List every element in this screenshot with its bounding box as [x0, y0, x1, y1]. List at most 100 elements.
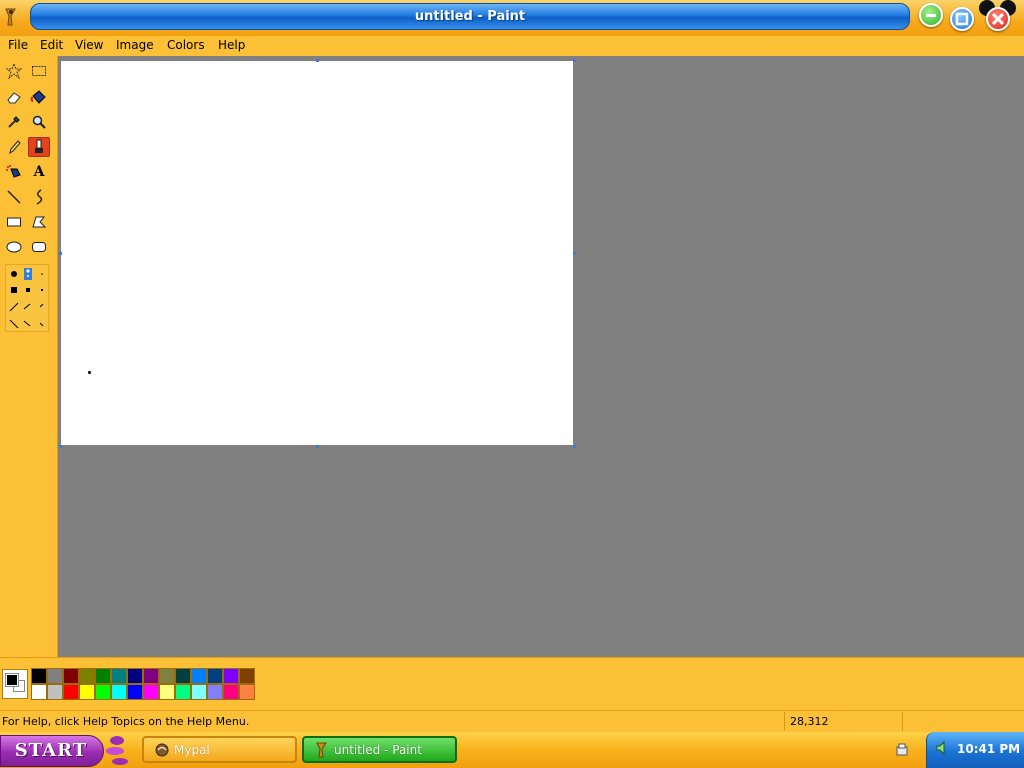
polygon-tool[interactable] — [28, 212, 50, 232]
magnifier-tool[interactable] — [28, 112, 50, 132]
mypal-icon — [155, 743, 169, 757]
menu-file[interactable]: File — [8, 38, 28, 52]
color-swatch[interactable] — [191, 668, 207, 684]
text-tool[interactable]: A — [28, 162, 50, 182]
line-tool[interactable] — [3, 187, 25, 207]
close-icon — [991, 12, 1005, 26]
current-colors — [2, 669, 28, 699]
color-swatches — [31, 668, 255, 700]
title-bar[interactable]: untitled - Paint — [0, 0, 1024, 36]
airbrush-icon — [6, 165, 21, 178]
menu-colors[interactable]: Colors — [167, 38, 205, 52]
free-form-select-icon — [6, 63, 22, 79]
text-icon: A — [33, 164, 45, 180]
color-palette-bar — [0, 657, 1024, 710]
taskbar-item-mypal-label: Mypal — [174, 743, 210, 757]
eraser-icon — [7, 92, 21, 104]
color-swatch[interactable] — [47, 668, 63, 684]
color-swatch[interactable] — [63, 684, 79, 700]
color-swatch[interactable] — [95, 684, 111, 700]
color-swatch[interactable] — [79, 684, 95, 700]
resize-handle-bottom-left — [59, 445, 62, 448]
foreground-color — [5, 673, 19, 687]
color-swatch[interactable] — [79, 668, 95, 684]
color-swatch[interactable] — [207, 684, 223, 700]
start-label: START — [14, 740, 88, 761]
taskbar-item-paint[interactable]: untitled - Paint — [302, 736, 457, 763]
color-swatch[interactable] — [143, 684, 159, 700]
rectangle-icon — [7, 217, 21, 227]
airbrush-tool[interactable] — [3, 162, 25, 182]
color-swatch[interactable] — [31, 668, 47, 684]
color-swatch[interactable] — [111, 668, 127, 684]
maximize-icon — [955, 12, 969, 26]
color-swatch[interactable] — [223, 684, 239, 700]
free-form-select-tool[interactable] — [3, 61, 25, 81]
drawing-canvas[interactable] — [61, 61, 573, 445]
paint-app-icon[interactable] — [3, 8, 19, 26]
minimize-button[interactable] — [919, 3, 943, 27]
color-picker-icon — [8, 116, 20, 128]
system-clock[interactable]: 10:41 PM — [926, 732, 1024, 768]
brush-tool[interactable] — [28, 137, 50, 157]
eraser-tool[interactable] — [3, 87, 25, 107]
painted-dot — [88, 371, 91, 374]
color-swatch[interactable] — [239, 684, 255, 700]
network-tray-icon[interactable] — [895, 742, 909, 758]
resize-handle-left — [59, 252, 62, 255]
color-swatch[interactable] — [95, 668, 111, 684]
taskbar-item-mypal[interactable]: Mypal — [142, 736, 297, 763]
taskbar-item-paint-label: untitled - Paint — [334, 743, 422, 757]
brush-options-box — [5, 264, 49, 332]
curve-icon — [36, 189, 43, 205]
rectangle-tool[interactable] — [3, 212, 25, 232]
color-picker-tool[interactable] — [3, 112, 25, 132]
line-icon — [7, 190, 21, 204]
color-swatch[interactable] — [175, 668, 191, 684]
ellipse-tool[interactable] — [3, 237, 25, 257]
color-swatch[interactable] — [111, 684, 127, 700]
tool-box: A — [0, 56, 58, 657]
color-swatch[interactable] — [31, 684, 47, 700]
color-swatch[interactable] — [191, 684, 207, 700]
curve-tool[interactable] — [28, 187, 50, 207]
start-button[interactable]: START — [0, 735, 104, 767]
magnifier-icon — [32, 115, 46, 129]
maximize-button[interactable] — [950, 7, 974, 31]
pencil-icon — [9, 140, 21, 155]
ellipse-icon — [6, 241, 22, 253]
rect-select-icon — [32, 66, 46, 76]
rounded-rectangle-tool[interactable] — [28, 237, 50, 257]
color-swatch[interactable] — [159, 684, 175, 700]
fill-bucket-tool[interactable] — [28, 87, 50, 107]
resize-handle-bottom[interactable] — [316, 445, 319, 448]
menu-edit[interactable]: Edit — [40, 38, 63, 52]
color-swatch[interactable] — [127, 668, 143, 684]
close-button[interactable] — [986, 7, 1010, 31]
brush-icon — [35, 139, 43, 153]
status-divider — [902, 712, 903, 731]
color-swatch[interactable] — [239, 668, 255, 684]
rounded-rectangle-icon — [32, 242, 46, 252]
color-swatch[interactable] — [207, 668, 223, 684]
color-swatch[interactable] — [175, 684, 191, 700]
minimize-icon — [926, 14, 936, 17]
menu-image[interactable]: Image — [116, 38, 154, 52]
paint-icon — [316, 742, 327, 758]
volume-icon[interactable] — [935, 740, 951, 756]
color-swatch[interactable] — [47, 684, 63, 700]
polygon-icon — [32, 216, 47, 228]
pencil-tool[interactable] — [3, 137, 25, 157]
resize-handle-right[interactable] — [573, 252, 576, 255]
color-swatch[interactable] — [223, 668, 239, 684]
resize-handle-bottom-right[interactable] — [573, 445, 576, 448]
brush-shape-options[interactable] — [6, 265, 50, 333]
color-swatch[interactable] — [143, 668, 159, 684]
color-swatch[interactable] — [127, 684, 143, 700]
status-help-text: For Help, click Help Topics on the Help … — [2, 715, 250, 728]
menu-help[interactable]: Help — [218, 38, 245, 52]
color-swatch[interactable] — [159, 668, 175, 684]
menu-view[interactable]: View — [75, 38, 103, 52]
rect-select-tool[interactable] — [28, 61, 50, 81]
color-swatch[interactable] — [63, 668, 79, 684]
